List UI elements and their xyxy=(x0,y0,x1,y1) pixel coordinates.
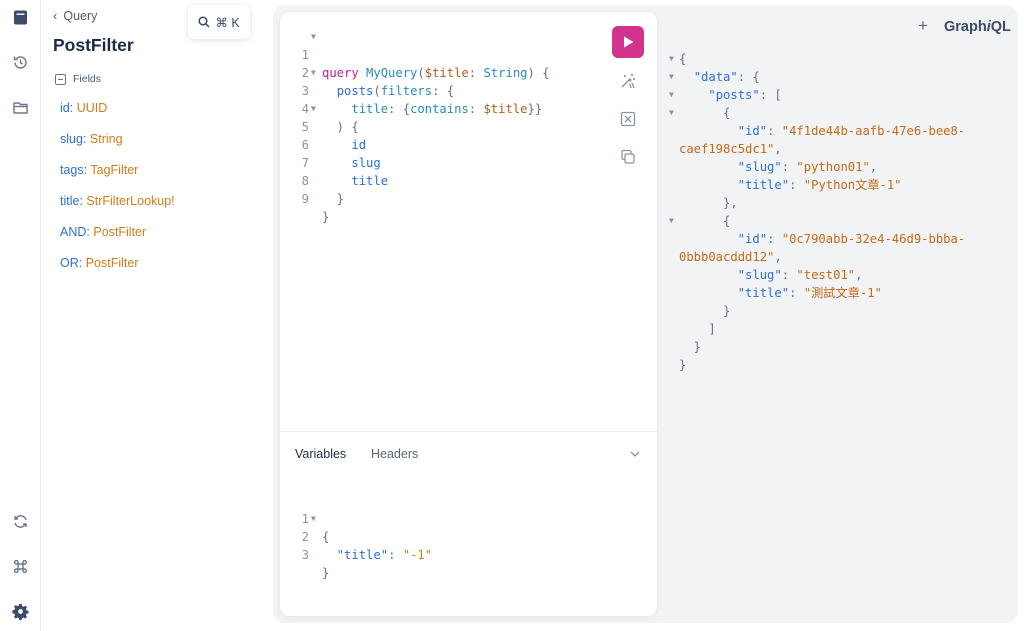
field-separator: : xyxy=(82,132,87,146)
variable-key: "title" xyxy=(336,548,389,562)
field-item[interactable]: title: StrFilterLookup! xyxy=(60,194,175,208)
documentation-explorer: ‹ Query PostFilter Fields id: UUID slug:… xyxy=(41,0,273,631)
variables-editor[interactable]: 1 ▼ { 2 "title": "-1" 3 } xyxy=(280,492,600,580)
fold-arrow-icon[interactable]: ▼ xyxy=(311,28,316,46)
field-separator: : xyxy=(86,225,90,239)
fields-heading-label: Fields xyxy=(73,73,102,85)
tab-headers[interactable]: Headers xyxy=(371,447,418,461)
merge-fragments-button[interactable] xyxy=(616,107,640,131)
field-type[interactable]: String xyxy=(90,132,123,146)
code-line: 1 ▼ query MyQuery($title: String) { xyxy=(280,28,550,80)
argument-filters: filters xyxy=(380,84,433,98)
field-item[interactable]: OR: PostFilter xyxy=(60,256,139,270)
line-number: 3 xyxy=(301,548,309,562)
graphiql-logo: GraphiQL xyxy=(944,19,1011,35)
chevron-left-icon: ‹ xyxy=(53,8,58,23)
field-type[interactable]: TagFilter xyxy=(90,163,138,177)
back-link-label: Query xyxy=(63,8,98,23)
field-item[interactable]: id: UUID xyxy=(60,101,107,115)
field-name[interactable]: tags xyxy=(60,163,84,177)
plus-icon: + xyxy=(918,16,928,35)
field-separator: : xyxy=(83,163,88,177)
field-item[interactable]: AND: PostFilter xyxy=(60,225,146,239)
chevron-down-icon[interactable] xyxy=(629,448,641,460)
field-item[interactable]: tags: TagFilter xyxy=(60,163,138,177)
settings-icon[interactable] xyxy=(6,597,34,625)
field-posts: posts xyxy=(336,84,374,98)
play-icon xyxy=(624,36,634,48)
history-icon[interactable] xyxy=(6,48,34,76)
fields-section-icon xyxy=(55,73,66,85)
code-line: 7 title xyxy=(280,136,388,188)
copy-query-button[interactable] xyxy=(616,145,640,169)
code-line: 2 ▼ posts(filters: { xyxy=(280,46,454,98)
code-line: 6 slug xyxy=(280,118,381,170)
code-line: 2 "title": "-1" xyxy=(280,510,432,562)
query-keyword: query xyxy=(322,66,359,80)
field-name[interactable]: title xyxy=(60,194,79,208)
code-line: 3 title: {contains: $title}} xyxy=(280,64,543,116)
field-type[interactable]: PostFilter xyxy=(93,225,146,239)
field-name[interactable]: OR xyxy=(60,256,79,270)
refetch-schema-icon[interactable] xyxy=(6,507,34,535)
prettify-icon xyxy=(621,74,635,89)
selection-field: id xyxy=(351,138,367,152)
shortcuts-icon[interactable] xyxy=(6,552,34,580)
prettify-button[interactable] xyxy=(616,69,640,93)
search-icon xyxy=(198,16,210,28)
field-separator: : xyxy=(79,194,83,208)
code-line: 3 } xyxy=(280,528,330,580)
search-button[interactable]: ⌘ K xyxy=(188,5,250,39)
field-type[interactable]: UUID xyxy=(77,101,108,115)
query-editor[interactable]: 1 ▼ query MyQuery($title: String) { 2 ▼ po… xyxy=(280,28,600,224)
selection-field: slug xyxy=(351,156,381,170)
type-title: PostFilter xyxy=(53,35,134,55)
operation-name: MyQuery xyxy=(366,66,418,80)
field-item[interactable]: slug: String xyxy=(60,132,123,146)
variable-reference: $title xyxy=(483,102,528,116)
field-type[interactable]: PostFilter xyxy=(86,256,139,270)
field-separator: : xyxy=(69,101,74,115)
variable-name: $title xyxy=(424,66,469,80)
execute-query-button[interactable] xyxy=(612,26,644,58)
line-number: 9 xyxy=(301,192,309,206)
fold-arrow-icon[interactable]: ▼ xyxy=(311,100,316,118)
fold-arrow-icon[interactable]: ▼ xyxy=(311,510,316,528)
code-line: 9 } xyxy=(280,172,330,224)
field-name[interactable]: AND xyxy=(60,225,86,239)
code-line: 1 ▼ { xyxy=(280,492,330,544)
variable-value: "-1" xyxy=(402,548,433,562)
back-to-query-link[interactable]: ‹ Query xyxy=(53,8,97,23)
field-name[interactable]: id xyxy=(60,101,70,115)
selection-field: title xyxy=(351,174,389,188)
variable-type: String xyxy=(483,66,528,80)
code-line: 5 id xyxy=(280,100,366,152)
copy-icon xyxy=(621,149,635,164)
icon-rail xyxy=(0,0,41,631)
field-separator: : xyxy=(78,256,83,270)
editor-divider xyxy=(280,431,657,432)
docs-icon[interactable] xyxy=(6,3,34,31)
explorer-icon[interactable] xyxy=(6,93,34,121)
field-type[interactable]: StrFilterLookup! xyxy=(86,194,174,208)
code-line: 8 } xyxy=(280,154,344,206)
field-name[interactable]: slug xyxy=(60,132,83,146)
code-line: 4 ▼ ) { xyxy=(280,82,359,134)
fields-heading: Fields xyxy=(55,73,101,85)
filter-title: title xyxy=(351,102,389,116)
filter-contains: contains xyxy=(410,102,469,116)
fold-arrow-icon[interactable]: ▼ xyxy=(311,64,316,82)
merge-icon xyxy=(620,111,636,127)
tab-variables[interactable]: Variables xyxy=(295,447,346,461)
search-shortcut: ⌘ K xyxy=(215,15,240,30)
add-tab-button[interactable]: + xyxy=(914,16,932,35)
